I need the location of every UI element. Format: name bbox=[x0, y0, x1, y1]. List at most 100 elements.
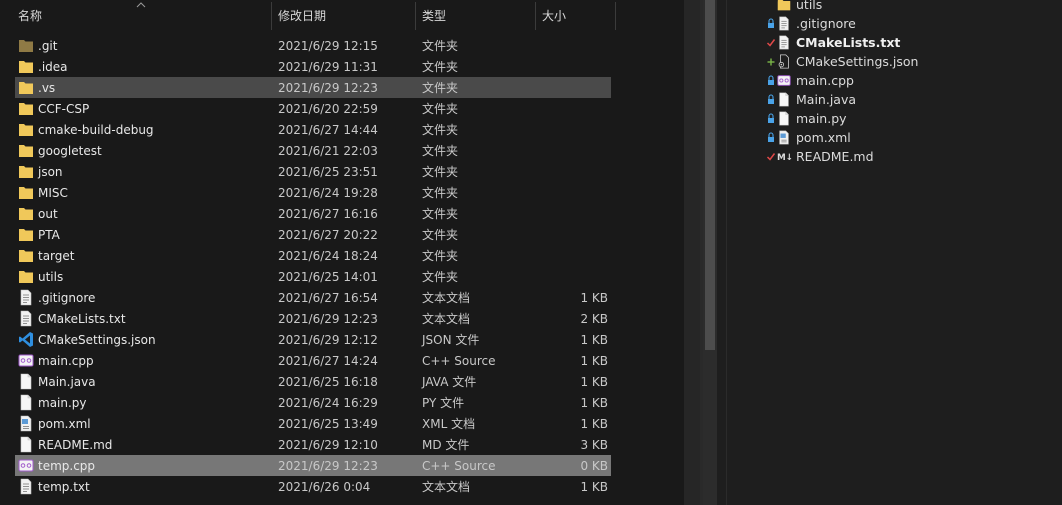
tree-item[interactable]: utils bbox=[727, 0, 1062, 14]
file-modified-date: 2021/6/24 19:28 bbox=[278, 186, 378, 200]
file-modified-date: 2021/6/25 16:18 bbox=[278, 375, 378, 389]
file-modified-date: 2021/6/27 14:24 bbox=[278, 354, 378, 368]
cpp-file-icon bbox=[18, 457, 34, 474]
folder-icon bbox=[18, 79, 34, 96]
cpp-file-icon bbox=[18, 352, 34, 369]
file-name: googletest bbox=[38, 144, 102, 158]
file-modified-date: 2021/6/29 11:31 bbox=[278, 60, 378, 74]
file-row[interactable]: temp.cpp 2021/6/29 12:23 C++ Source 0 KB bbox=[15, 455, 611, 476]
tree-item[interactable]: CMakeSettings.json bbox=[727, 52, 1062, 71]
file-row[interactable]: cmake-build-debug 2021/6/27 14:44 文件夹 bbox=[15, 119, 611, 140]
file-row[interactable]: .git 2021/6/29 12:15 文件夹 bbox=[15, 35, 611, 56]
file-type: 文件夹 bbox=[422, 270, 459, 284]
tree-item[interactable]: CMakeLists.txt bbox=[727, 33, 1062, 52]
lock-status-icon bbox=[766, 73, 776, 87]
file-row[interactable]: pom.xml 2021/6/25 13:49 XML 文档 1 KB bbox=[15, 413, 611, 434]
tree-item[interactable]: M↓ README.md bbox=[727, 147, 1062, 166]
file-row[interactable]: .gitignore 2021/6/27 16:54 文本文档 1 KB bbox=[15, 287, 611, 308]
blank-file-icon bbox=[18, 373, 34, 390]
tree-item[interactable]: .gitignore bbox=[727, 14, 1062, 33]
file-modified-date: 2021/6/26 0:04 bbox=[278, 480, 371, 494]
file-modified-date: 2021/6/24 18:24 bbox=[278, 249, 378, 263]
file-modified-date: 2021/6/27 20:22 bbox=[278, 228, 378, 242]
file-type: JSON 文件 bbox=[422, 333, 480, 347]
file-modified-date: 2021/6/21 22:03 bbox=[278, 144, 378, 158]
text-file-icon bbox=[18, 310, 34, 327]
column-header-name[interactable]: 名称 bbox=[18, 0, 42, 31]
column-header-type[interactable]: 类型 bbox=[422, 0, 446, 31]
file-row[interactable]: main.cpp 2021/6/27 14:24 C++ Source 1 KB bbox=[15, 350, 611, 371]
file-modified-date: 2021/6/29 12:23 bbox=[278, 459, 378, 473]
column-header-size[interactable]: 大小 bbox=[542, 0, 566, 31]
file-size: 1 KB bbox=[580, 417, 608, 431]
file-name: cmake-build-debug bbox=[38, 123, 154, 137]
file-row[interactable]: out 2021/6/27 16:16 文件夹 bbox=[15, 203, 611, 224]
file-modified-date: 2021/6/29 12:15 bbox=[278, 39, 378, 53]
tree-item-label: main.cpp bbox=[796, 73, 854, 88]
pane-splitter[interactable] bbox=[717, 0, 727, 505]
column-header-date[interactable]: 修改日期 bbox=[278, 0, 326, 31]
file-name: temp.cpp bbox=[38, 459, 96, 473]
lock-status-icon bbox=[766, 16, 776, 30]
file-row[interactable]: googletest 2021/6/21 22:03 文件夹 bbox=[15, 140, 611, 161]
column-separator[interactable] bbox=[535, 2, 536, 30]
checkmark-status-icon bbox=[766, 149, 776, 163]
text-file-icon bbox=[776, 35, 792, 50]
column-separator[interactable] bbox=[615, 2, 616, 30]
file-row[interactable]: .idea 2021/6/29 11:31 文件夹 bbox=[15, 56, 611, 77]
file-row[interactable]: CMakeSettings.json 2021/6/29 12:12 JSON 文件… bbox=[15, 329, 611, 350]
file-modified-date: 2021/6/29 12:12 bbox=[278, 333, 378, 347]
tree-item-label: README.md bbox=[796, 149, 874, 164]
file-row[interactable]: main.py 2021/6/24 16:29 PY 文件 1 KB bbox=[15, 392, 611, 413]
file-size: 3 KB bbox=[580, 438, 608, 452]
file-row[interactable]: CCF-CSP 2021/6/20 22:59 文件夹 bbox=[15, 98, 611, 119]
file-modified-date: 2021/6/27 14:44 bbox=[278, 123, 378, 137]
file-row[interactable]: json 2021/6/25 23:51 文件夹 bbox=[15, 161, 611, 182]
file-row[interactable]: PTA 2021/6/27 20:22 文件夹 bbox=[15, 224, 611, 245]
file-row[interactable]: temp.txt 2021/6/26 0:04 文本文档 1 KB bbox=[15, 476, 611, 497]
file-row[interactable]: Main.java 2021/6/25 16:18 JAVA 文件 1 KB bbox=[15, 371, 611, 392]
file-name: .vs bbox=[38, 81, 56, 95]
file-type: PY 文件 bbox=[422, 396, 465, 410]
file-name: out bbox=[38, 207, 58, 221]
file-name: main.cpp bbox=[38, 354, 94, 368]
file-modified-date: 2021/6/29 12:23 bbox=[278, 81, 378, 95]
tree-item-label: Main.java bbox=[796, 92, 857, 107]
pane-gutter bbox=[684, 0, 700, 505]
file-modified-date: 2021/6/27 16:16 bbox=[278, 207, 378, 221]
file-type: 文件夹 bbox=[422, 165, 459, 179]
file-type: JAVA 文件 bbox=[422, 375, 477, 389]
tree-item[interactable]: main.py bbox=[727, 109, 1062, 128]
text-file-icon bbox=[18, 478, 34, 495]
vertical-scrollbar[interactable] bbox=[703, 0, 717, 505]
file-size: 1 KB bbox=[580, 480, 608, 494]
file-row[interactable]: utils 2021/6/25 14:01 文件夹 bbox=[15, 266, 611, 287]
tree-item[interactable]: Main.java bbox=[727, 90, 1062, 109]
file-size: 0 KB bbox=[580, 459, 608, 473]
file-modified-date: 2021/6/25 13:49 bbox=[278, 417, 378, 431]
tree-item[interactable]: pom.xml bbox=[727, 128, 1062, 147]
file-modified-date: 2021/6/29 12:23 bbox=[278, 312, 378, 326]
column-separator[interactable] bbox=[271, 2, 272, 30]
file-row[interactable]: README.md 2021/6/29 12:10 MD 文件 3 KB bbox=[15, 434, 611, 455]
file-type: C++ Source bbox=[422, 354, 496, 368]
folder-icon bbox=[18, 184, 34, 201]
xml-file-icon bbox=[776, 130, 792, 145]
folder-dark-icon bbox=[18, 37, 34, 54]
file-type: 文本文档 bbox=[422, 480, 471, 494]
file-name: .idea bbox=[38, 60, 68, 74]
lock-status-icon bbox=[766, 111, 776, 125]
scrollbar-thumb[interactable] bbox=[705, 0, 715, 350]
folder-icon bbox=[18, 226, 34, 243]
file-row[interactable]: MISC 2021/6/24 19:28 文件夹 bbox=[15, 182, 611, 203]
file-name: json bbox=[38, 165, 63, 179]
file-row[interactable]: CMakeLists.txt 2021/6/29 12:23 文本文档 2 KB bbox=[15, 308, 611, 329]
file-modified-date: 2021/6/25 14:01 bbox=[278, 270, 378, 284]
file-name: PTA bbox=[38, 228, 60, 242]
file-row[interactable]: target 2021/6/24 18:24 文件夹 bbox=[15, 245, 611, 266]
tree-item[interactable]: main.cpp bbox=[727, 71, 1062, 90]
file-row[interactable]: .vs 2021/6/29 12:23 文件夹 bbox=[15, 77, 611, 98]
file-name: README.md bbox=[38, 438, 113, 452]
folder-icon bbox=[18, 142, 34, 159]
column-separator[interactable] bbox=[415, 2, 416, 30]
